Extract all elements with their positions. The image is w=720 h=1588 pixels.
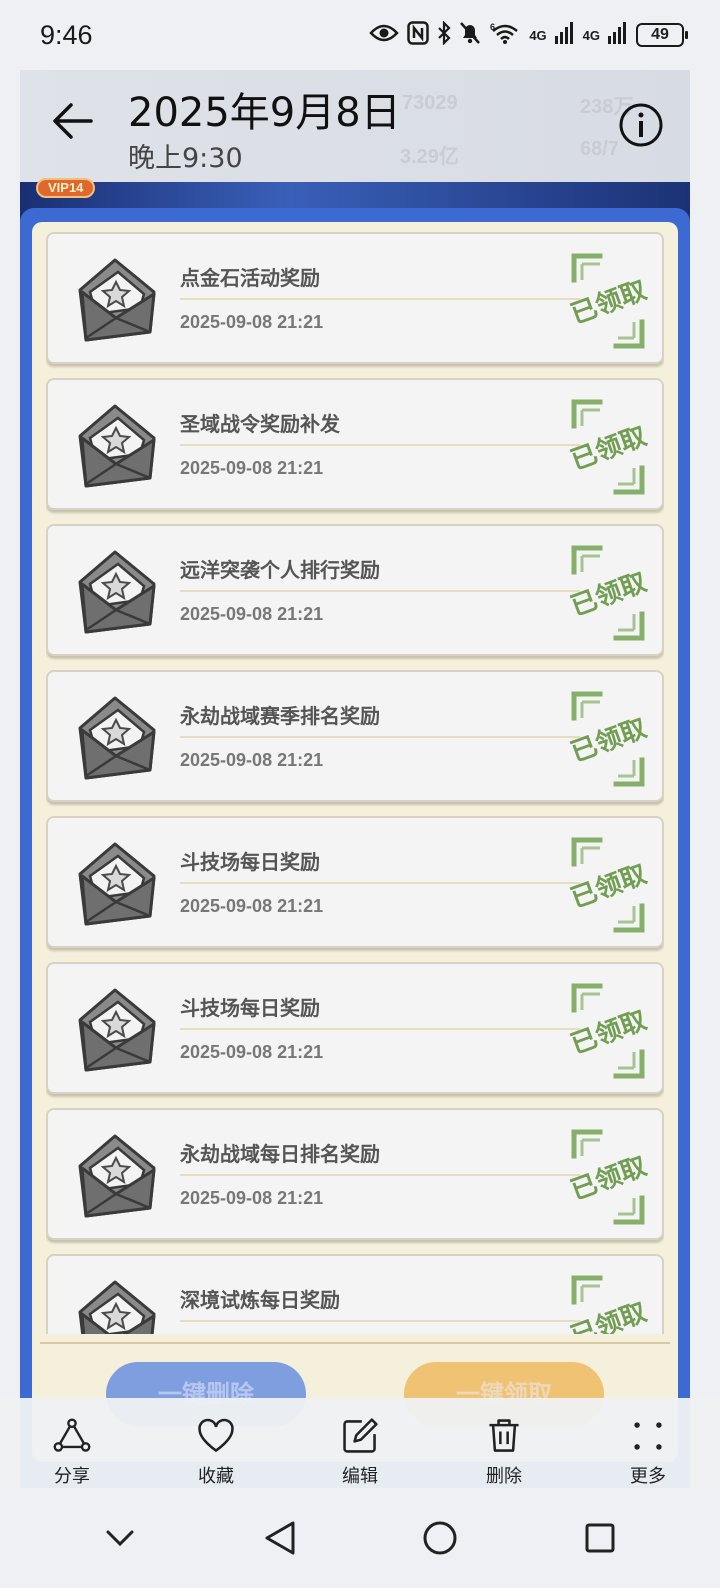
mail-title: 深境试炼每日奖励 (180, 1288, 340, 1312)
mail-item[interactable]: 永劫战域赛季排名奖励 2025-09-08 21:21 已领取 (46, 670, 664, 802)
network-4g-2: 4G (582, 27, 600, 43)
trash-icon (489, 1419, 519, 1452)
nav-recents-button[interactable] (570, 1508, 630, 1568)
share-label: 分享 (54, 1466, 90, 1487)
mail-date: 2025-09-08 21:21 (180, 1188, 324, 1208)
status-time: 9:46 (40, 19, 93, 50)
mail-separator (180, 1320, 580, 1322)
mail-date: 2025-09-08 21:21 (180, 604, 324, 624)
claimed-stamp: 已领取 (560, 1126, 656, 1226)
mail-panel: 点金石活动奖励 2025-09-08 21:21 已领取 圣域战令奖励补发 20… (32, 222, 678, 1462)
envelope-icon (70, 252, 160, 348)
page-title: 2025年9月8日 (128, 90, 401, 136)
mail-item[interactable]: 斗技场每日奖励 2025-09-08 21:21 已领取 (46, 816, 664, 948)
claimed-stamp: 已领取 (560, 250, 656, 350)
envelope-icon (70, 1128, 160, 1224)
info-button[interactable] (618, 102, 664, 148)
favorite-button[interactable]: 收藏 (144, 1398, 288, 1488)
claimed-stamp: 已领取 (560, 1272, 656, 1334)
mail-date: 2025-09-08 21:21 (180, 312, 324, 332)
square-recents-icon (585, 1523, 615, 1553)
status-bar: 9:46 6 4G 4G 49 (0, 0, 720, 70)
viewer-header: 2025年9月8日 晚上9:30 (0, 70, 720, 182)
envelope-icon (70, 1274, 160, 1334)
nav-collapse-button[interactable] (90, 1508, 150, 1568)
claimed-stamp: 已领取 (560, 980, 656, 1080)
back-arrow-icon (53, 103, 93, 139)
status-icons: 6 4G 4G 49 (369, 19, 688, 50)
delete-label: 删除 (486, 1466, 522, 1487)
wifi-label: 6 (490, 22, 495, 32)
mail-item[interactable]: 斗技场每日奖励 2025-09-08 21:21 已领取 (46, 962, 664, 1094)
network-4g-1: 4G (529, 27, 547, 43)
nav-home-button[interactable] (410, 1508, 470, 1568)
circle-home-icon (423, 1521, 457, 1555)
mail-title: 斗技场每日奖励 (180, 850, 320, 874)
back-button[interactable] (46, 94, 100, 148)
system-nav-bar (0, 1488, 720, 1588)
more-button[interactable]: 更多 (576, 1398, 720, 1488)
nfc-icon (407, 20, 430, 50)
mail-date: 2025-09-08 21:21 (180, 750, 324, 770)
mail-list[interactable]: 点金石活动奖励 2025-09-08 21:21 已领取 圣域战令奖励补发 20… (46, 232, 664, 1334)
mail-title: 远洋突袭个人排行奖励 (180, 558, 380, 582)
mail-item[interactable]: 远洋突袭个人排行奖励 2025-09-08 21:21 已领取 (46, 524, 664, 656)
favorite-label: 收藏 (198, 1466, 234, 1487)
heart-icon (198, 1418, 234, 1453)
claimed-stamp: 已领取 (560, 688, 656, 788)
nav-back-button[interactable] (250, 1508, 310, 1568)
claimed-stamp: 已领取 (560, 542, 656, 642)
mail-date: 2025-09-08 21:21 (180, 458, 324, 478)
bluetooth-icon (437, 19, 451, 50)
battery-indicator: 49 (636, 23, 688, 47)
share-icon (53, 1418, 91, 1452)
signal-icon-1 (554, 21, 575, 49)
envelope-icon (70, 690, 160, 786)
claimed-stamp: 已领取 (560, 834, 656, 934)
envelope-icon (70, 982, 160, 1078)
edit-button[interactable]: 编辑 (288, 1398, 432, 1488)
signal-icon-2 (608, 21, 628, 49)
claimed-stamp: 已领取 (560, 396, 656, 496)
envelope-icon (70, 544, 160, 640)
mail-separator (180, 882, 580, 884)
mail-title: 永劫战域每日排名奖励 (180, 1142, 380, 1166)
mail-title: 斗技场每日奖励 (180, 996, 320, 1020)
edit-label: 编辑 (342, 1466, 378, 1487)
wifi-icon: 6 (489, 21, 521, 50)
share-button[interactable]: 分享 (0, 1398, 144, 1488)
action-bar: 分享 收藏 编辑 删除 更多 (0, 1398, 720, 1488)
mail-item[interactable]: 点金石活动奖励 2025-09-08 21:21 已领取 (46, 232, 664, 364)
mail-item[interactable]: 圣域战令奖励补发 2025-09-08 21:21 已领取 (46, 378, 664, 510)
mail-separator (180, 1174, 580, 1176)
triangle-back-icon (265, 1521, 295, 1555)
mail-separator (180, 298, 580, 300)
mail-item[interactable]: 永劫战域每日排名奖励 2025-09-08 21:21 已领取 (46, 1108, 664, 1240)
delete-button[interactable]: 删除 (432, 1398, 576, 1488)
mail-separator (180, 736, 580, 738)
page-subtitle: 晚上9:30 (128, 143, 243, 174)
more-dots-icon (634, 1422, 662, 1450)
chevron-down-icon (106, 1530, 134, 1547)
mute-bell-icon (459, 21, 481, 50)
mail-title: 永劫战域赛季排名奖励 (180, 704, 380, 728)
panel-divider (40, 1342, 670, 1344)
mail-item[interactable]: 深境试炼每日奖励 已领取 (46, 1254, 664, 1334)
mail-date: 2025-09-08 21:21 (180, 896, 324, 916)
mail-title: 圣域战令奖励补发 (180, 412, 340, 436)
mail-separator (180, 1028, 580, 1030)
more-label: 更多 (630, 1466, 666, 1487)
envelope-icon (70, 836, 160, 932)
mail-title: 点金石活动奖励 (180, 266, 320, 290)
mail-separator (180, 444, 580, 446)
mail-separator (180, 590, 580, 592)
mail-date: 2025-09-08 21:21 (180, 1042, 324, 1062)
eye-icon (369, 23, 400, 48)
info-icon (619, 103, 663, 147)
edit-icon (343, 1418, 378, 1453)
envelope-icon (70, 398, 160, 494)
